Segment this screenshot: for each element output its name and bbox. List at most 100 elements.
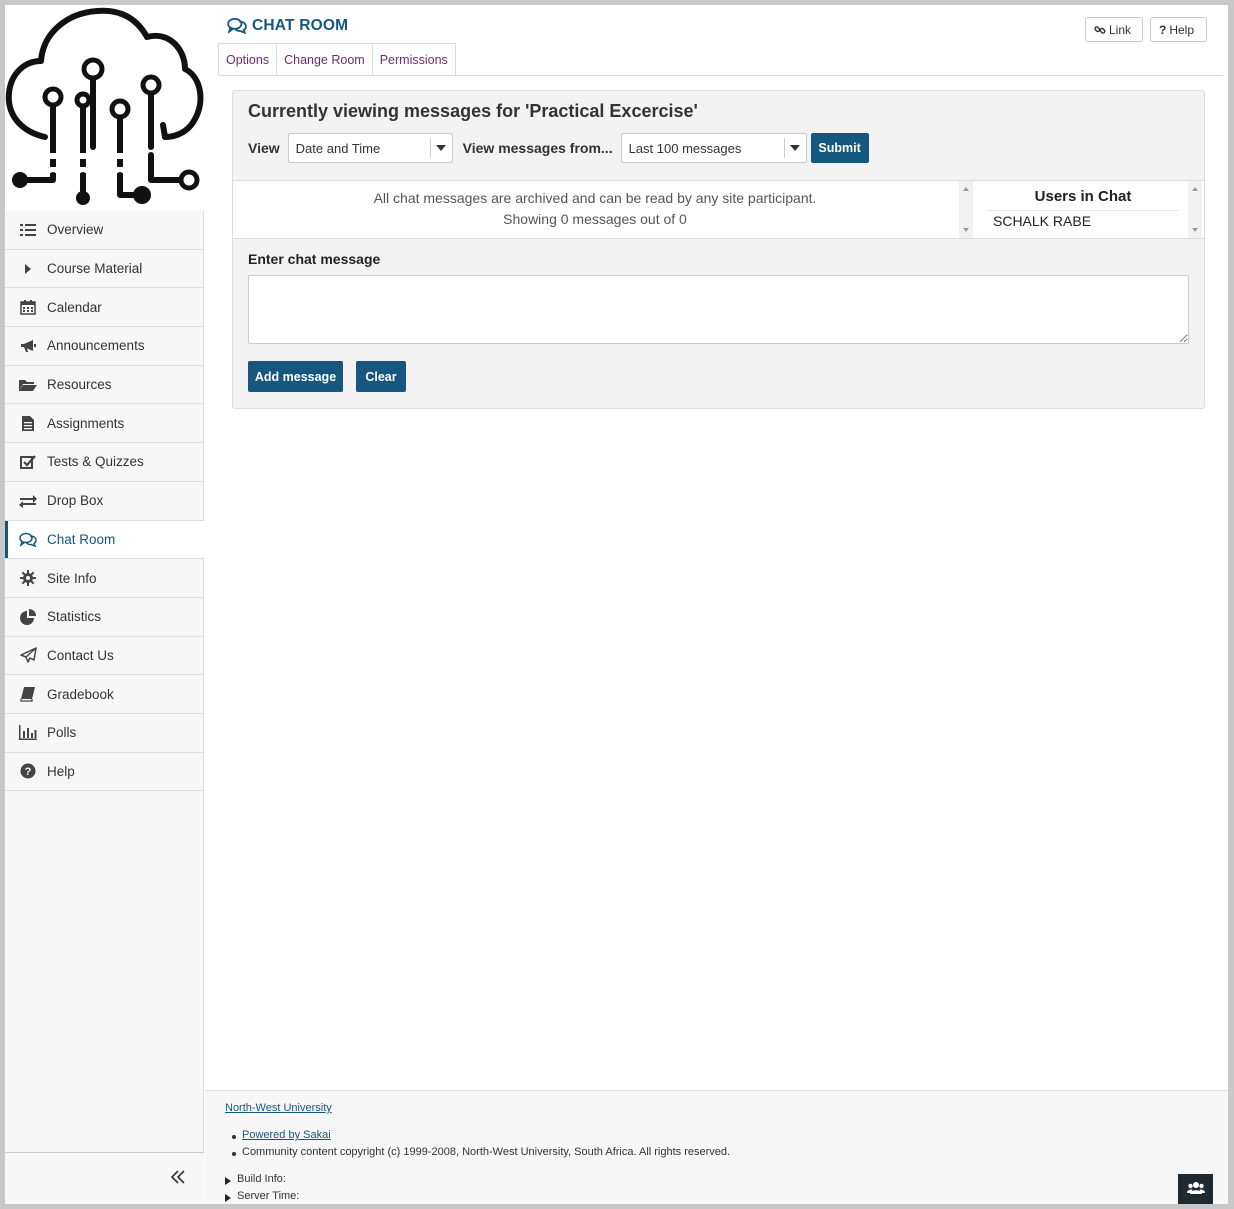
view-sort-value: Date and Time [295, 140, 381, 156]
footer: North-West University Powered by Sakai C… [205, 1090, 1228, 1204]
archive-note: All chat messages are archived and can b… [373, 190, 817, 206]
sidebar-item-label: Chat Room [47, 531, 116, 547]
help-button-label: Help [1169, 22, 1195, 37]
sidebar-item-contact-us[interactable]: Contact Us [5, 637, 204, 676]
sidebar-item-gradebook[interactable]: Gradebook [5, 675, 204, 714]
book-icon [19, 685, 37, 703]
copyright-text: Community content copyright (c) 1999-200… [242, 1146, 731, 1158]
messages-scrollbar[interactable] [959, 181, 973, 238]
sidebar-item-overview[interactable]: Overview [5, 211, 204, 250]
scroll-up-icon [963, 187, 969, 191]
bar-chart-icon [19, 724, 37, 742]
paper-plane-icon [19, 646, 37, 664]
powered-by-link[interactable]: Powered by Sakai [242, 1129, 331, 1141]
sidebar-item-polls[interactable]: Polls [5, 714, 204, 753]
server-time-toggle[interactable]: Server Time: [237, 1190, 299, 1202]
list-icon [19, 221, 37, 239]
sidebar-item-course-material[interactable]: Course Material [5, 250, 204, 289]
sidebar-item-calendar[interactable]: Calendar [5, 288, 204, 328]
tab-permissions[interactable]: Permissions [371, 43, 456, 76]
clear-button[interactable]: Clear [356, 361, 406, 392]
comments-icon [19, 530, 37, 548]
user-list-item: SCHALK RABE [993, 213, 1092, 229]
scroll-down-icon [963, 228, 969, 232]
message-list-area: All chat messages are archived and can b… [233, 180, 1204, 239]
view-sort-select[interactable]: Date and Time [287, 133, 453, 163]
bullhorn-icon [19, 337, 37, 355]
tab-change-room[interactable]: Change Room [276, 43, 373, 76]
sidebar-item-label: Drop Box [47, 493, 104, 509]
question-circle-icon: ? [19, 762, 37, 780]
comments-icon [227, 17, 247, 35]
file-text-icon [19, 414, 37, 432]
sidebar-item-label: Gradebook [47, 686, 114, 702]
expand-triangle-icon[interactable] [225, 1177, 231, 1185]
view-from-value: Last 100 messages [628, 140, 742, 156]
link-button[interactable]: Link [1085, 17, 1143, 42]
page-frame: Overview Course Material Calendar Announ… [5, 5, 1228, 1204]
view-controls: View Date and Time View messages from...… [248, 133, 869, 163]
institution-link[interactable]: North-West University [225, 1102, 332, 1114]
sidebar-item-help[interactable]: ? Help [5, 753, 204, 792]
presence-button[interactable] [1178, 1174, 1213, 1204]
caret-right-icon [19, 260, 37, 278]
double-chevron-left-icon[interactable] [168, 1167, 190, 1189]
build-info-toggle[interactable]: Build Info: [237, 1173, 286, 1185]
list-bullet [232, 1152, 236, 1156]
sidebar: Overview Course Material Calendar Announ… [5, 5, 204, 1204]
tabs-divider [218, 75, 1223, 76]
scroll-down-icon [1192, 228, 1198, 232]
question-icon: ? [1159, 22, 1167, 37]
add-message-button[interactable]: Add message [248, 361, 343, 392]
help-button[interactable]: ? Help [1150, 17, 1207, 42]
list-bullet [232, 1135, 236, 1139]
svg-text:?: ? [25, 766, 32, 778]
view-from-label: View messages from... [462, 140, 613, 156]
sidebar-item-label: Course Material [47, 261, 143, 277]
link-icon [1094, 24, 1106, 36]
sidebar-item-drop-box[interactable]: Drop Box [5, 482, 204, 521]
sidebar-item-label: Site Info [47, 570, 97, 586]
view-from-select[interactable]: Last 100 messages [620, 133, 807, 163]
sidebar-collapse-bar [5, 1152, 204, 1204]
sidebar-item-label: Help [47, 763, 75, 779]
sidebar-item-chat-room[interactable]: Chat Room [5, 520, 204, 560]
folder-open-icon [19, 376, 37, 394]
sidebar-item-label: Statistics [47, 609, 102, 625]
users-scrollbar[interactable] [1188, 181, 1202, 238]
exchange-icon [19, 492, 37, 510]
sidebar-item-label: Contact Us [47, 647, 114, 663]
view-label: View [248, 140, 280, 156]
sidebar-item-announcements[interactable]: Announcements [5, 327, 204, 366]
sidebar-item-label: Announcements [47, 338, 145, 354]
sidebar-item-label: Assignments [47, 415, 125, 431]
sidebar-item-label: Polls [47, 725, 77, 741]
scroll-up-icon [1192, 187, 1198, 191]
expand-triangle-icon[interactable] [225, 1194, 231, 1202]
chat-message-label: Enter chat message [248, 251, 381, 267]
sidebar-item-label: Tests & Quizzes [47, 454, 144, 470]
link-button-label: Link [1109, 22, 1132, 37]
sidebar-item-label: Resources [47, 377, 112, 393]
sidebar-item-statistics[interactable]: Statistics [5, 598, 204, 637]
tab-options[interactable]: Options [218, 43, 278, 76]
chevron-down-icon [429, 138, 452, 158]
sidebar-item-label: Overview [47, 222, 104, 238]
main-content: CHAT ROOM Link ? Help Options Change Roo… [205, 5, 1228, 1204]
sidebar-item-assignments[interactable]: Assignments [5, 404, 204, 444]
sidebar-item-resources[interactable]: Resources [5, 366, 204, 405]
tool-tabs: Options Change Room Permissions [218, 43, 456, 76]
page-title-text: CHAT ROOM [252, 17, 349, 34]
message-count: Showing 0 messages out of 0 [503, 211, 687, 227]
sidebar-item-tests-quizzes[interactable]: Tests & Quizzes [5, 443, 204, 482]
sidebar-item-label: Calendar [47, 299, 102, 315]
chat-message-input[interactable] [248, 275, 1189, 344]
check-square-icon [19, 453, 37, 471]
users-icon [1186, 1181, 1205, 1198]
submit-button[interactable]: Submit [810, 133, 869, 163]
site-nav: Overview Course Material Calendar Announ… [5, 211, 204, 792]
panel-heading: Currently viewing messages for 'Practica… [248, 101, 698, 121]
site-logo [5, 5, 204, 211]
sidebar-item-site-info[interactable]: Site Info [5, 559, 204, 598]
page-title: CHAT ROOM [227, 17, 348, 35]
